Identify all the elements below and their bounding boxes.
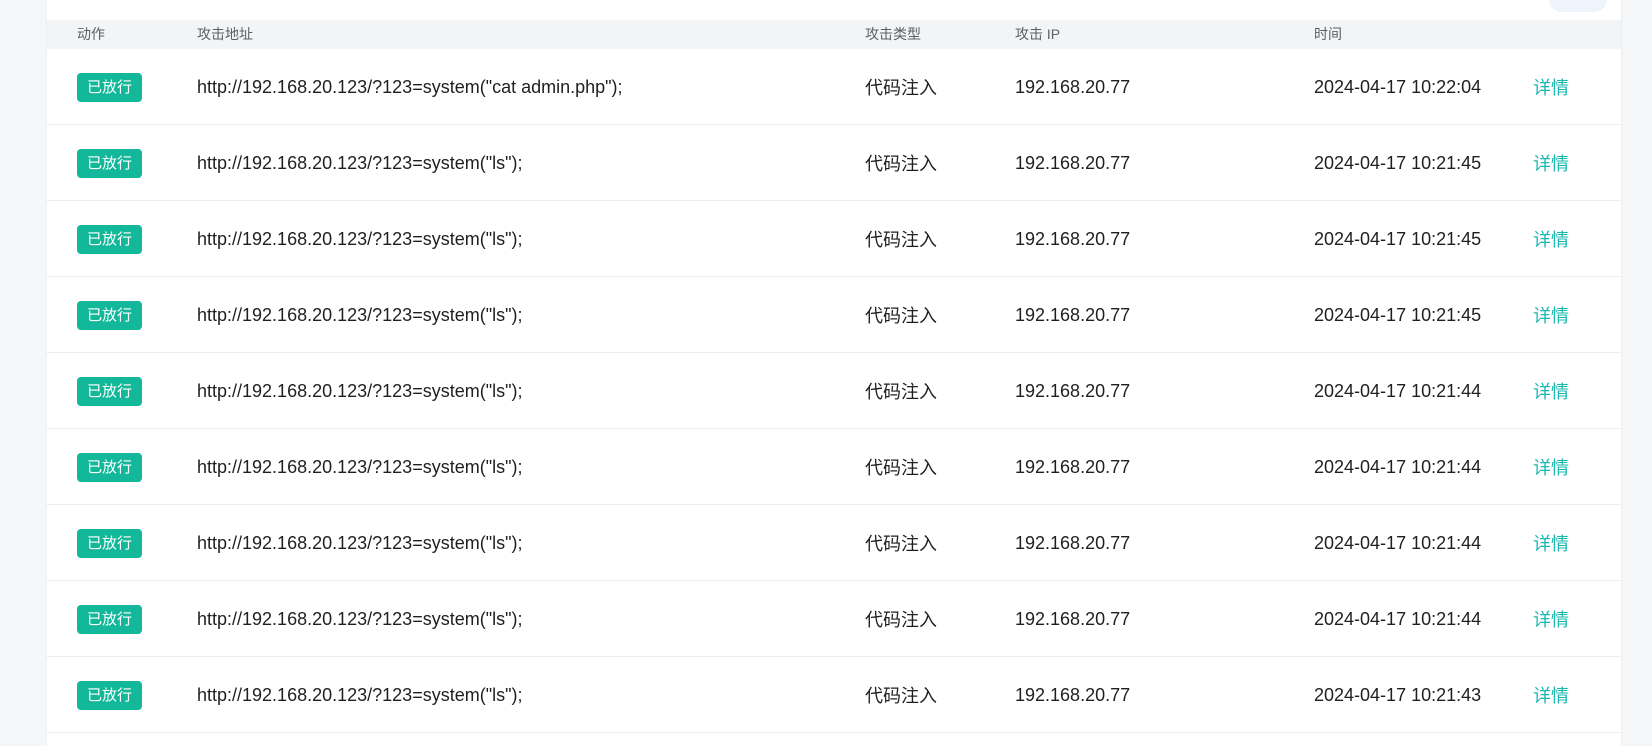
attack-time: 2024-04-17 10:21:44 [1314,456,1482,477]
attack-time: 2024-04-17 10:22:04 [1314,76,1482,97]
detail-link[interactable]: 详情 [1533,682,1569,708]
status-badge: 已放行 [77,452,143,482]
table-row: 已放行 http://192.168.20.123/?123=system("l… [47,201,1621,277]
attack-type: 代码注入 [865,534,937,554]
attack-address: http://192.168.20.123/?123=system("cat a… [197,76,623,97]
header-action: 动作 [77,26,105,42]
attack-ip: 192.168.20.77 [1015,456,1131,477]
attack-ip: 192.168.20.77 [1015,76,1131,97]
attack-address: http://192.168.20.123/?123=system("ls"); [197,532,523,553]
header-attack-type: 攻击类型 [865,26,921,42]
panel-top-area [47,0,1621,20]
header-time: 时间 [1314,26,1342,42]
attack-address: http://192.168.20.123/?123=system("ls"); [197,152,523,173]
detail-link[interactable]: 详情 [1533,302,1569,328]
attack-type: 代码注入 [865,230,937,250]
attack-type: 代码注入 [865,78,937,98]
attack-ip: 192.168.20.77 [1015,152,1131,173]
attack-type: 代码注入 [865,610,937,630]
attack-type: 代码注入 [865,382,937,402]
table-row: 已放行 http://192.168.20.123/?123=system("l… [47,125,1621,201]
header-attack-address: 攻击地址 [197,26,253,42]
attack-type: 代码注入 [865,306,937,326]
attack-ip: 192.168.20.77 [1015,608,1131,629]
status-badge: 已放行 [77,224,143,254]
attack-type: 代码注入 [865,686,937,706]
attack-time: 2024-04-17 10:21:45 [1314,304,1482,325]
attack-address: http://192.168.20.123/?123=system("ls"); [197,456,523,477]
status-badge: 已放行 [77,604,143,634]
attack-type: 代码注入 [865,154,937,174]
detail-link[interactable]: 详情 [1533,378,1569,404]
detail-link[interactable]: 详情 [1533,226,1569,252]
attack-type: 代码注入 [865,458,937,478]
attack-ip: 192.168.20.77 [1015,228,1131,249]
detail-link[interactable]: 详情 [1533,74,1569,100]
table-row: 已放行 http://192.168.20.123/?123=system("c… [47,49,1621,125]
attack-address: http://192.168.20.123/?123=system("ls"); [197,684,523,705]
status-badge: 已放行 [77,148,143,178]
table-body: 已放行 http://192.168.20.123/?123=system("c… [47,49,1621,733]
detail-link[interactable]: 详情 [1533,606,1569,632]
table-row: 已放行 http://192.168.20.123/?123=system("l… [47,581,1621,657]
top-right-control[interactable] [1549,0,1607,12]
attack-address: http://192.168.20.123/?123=system("ls"); [197,380,523,401]
attack-time: 2024-04-17 10:21:45 [1314,152,1482,173]
attack-ip: 192.168.20.77 [1015,684,1131,705]
detail-link[interactable]: 详情 [1533,530,1569,556]
status-badge: 已放行 [77,300,143,330]
status-badge: 已放行 [77,528,143,558]
attack-time: 2024-04-17 10:21:45 [1314,228,1482,249]
detail-link[interactable]: 详情 [1533,150,1569,176]
attack-address: http://192.168.20.123/?123=system("ls"); [197,608,523,629]
attack-address: http://192.168.20.123/?123=system("ls"); [197,304,523,325]
status-badge: 已放行 [77,680,143,710]
header-attack-ip: 攻击 IP [1015,26,1061,42]
table-header: 动作 攻击地址 攻击类型 攻击 IP 时间 [47,20,1621,49]
detail-link[interactable]: 详情 [1533,454,1569,480]
attack-ip: 192.168.20.77 [1015,380,1131,401]
attack-address: http://192.168.20.123/?123=system("ls"); [197,228,523,249]
table-row: 已放行 http://192.168.20.123/?123=system("l… [47,353,1621,429]
table-row: 已放行 http://192.168.20.123/?123=system("l… [47,277,1621,353]
status-badge: 已放行 [77,72,143,102]
attack-time: 2024-04-17 10:21:44 [1314,608,1482,629]
attack-log-panel: 动作 攻击地址 攻击类型 攻击 IP 时间 已放行 http://192.168… [47,0,1621,746]
table-row: 已放行 http://192.168.20.123/?123=system("l… [47,429,1621,505]
attack-time: 2024-04-17 10:21:44 [1314,380,1482,401]
table-row: 已放行 http://192.168.20.123/?123=system("l… [47,657,1621,733]
status-badge: 已放行 [77,376,143,406]
attack-time: 2024-04-17 10:21:44 [1314,532,1482,553]
table-row: 已放行 http://192.168.20.123/?123=system("l… [47,505,1621,581]
attack-time: 2024-04-17 10:21:43 [1314,684,1482,705]
attack-ip: 192.168.20.77 [1015,532,1131,553]
attack-ip: 192.168.20.77 [1015,304,1131,325]
